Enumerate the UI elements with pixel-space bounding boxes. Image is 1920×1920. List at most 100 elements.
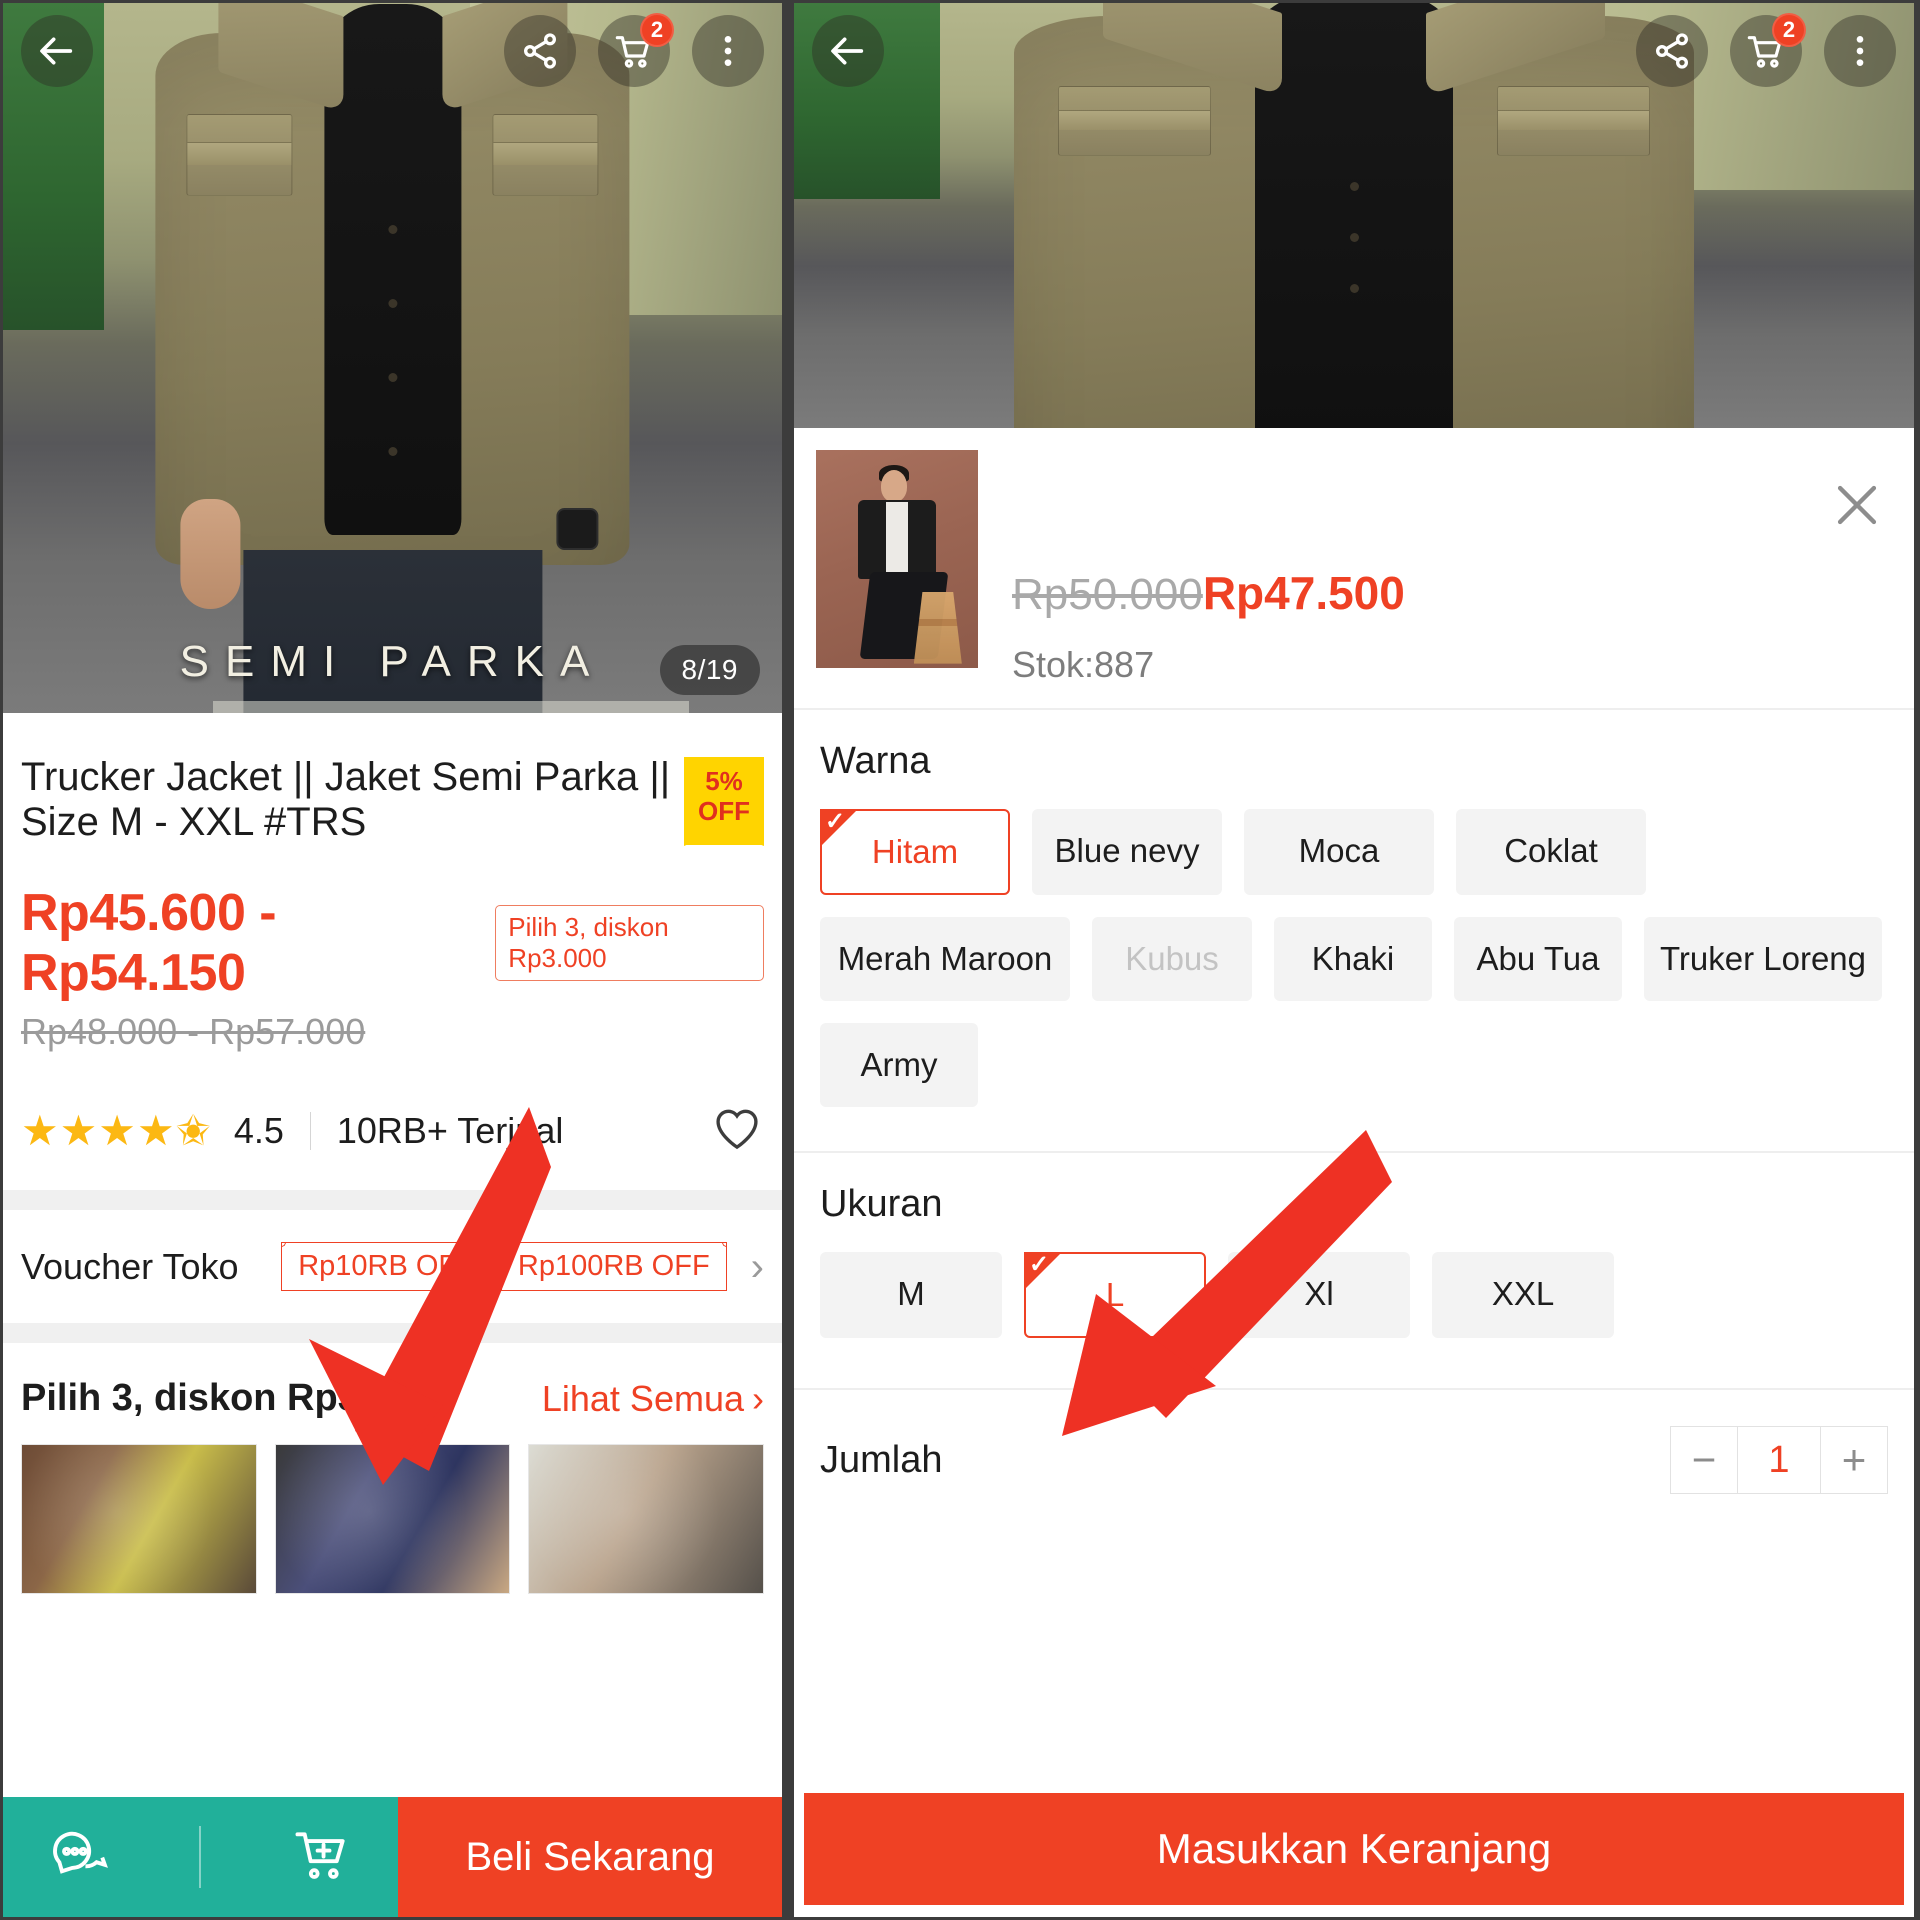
quantity-row: Jumlah − 1 + bbox=[794, 1390, 1914, 1530]
color-chip-merah-maroon[interactable]: Merah Maroon bbox=[820, 917, 1070, 1001]
cart-badge: 2 bbox=[640, 13, 674, 47]
screenshot-pair: SEMI PARKA 2 8/19 Trucker Jacket || Jake… bbox=[0, 0, 1920, 1920]
quantity-increase-button[interactable]: + bbox=[1821, 1427, 1887, 1493]
share-button[interactable] bbox=[504, 15, 576, 87]
add-to-cart-confirm-button[interactable]: Masukkan Keranjang bbox=[804, 1793, 1904, 1905]
buy-now-button[interactable]: Beli Sekarang bbox=[398, 1797, 782, 1917]
bundle-thumbnails bbox=[3, 1436, 782, 1594]
quantity-label: Jumlah bbox=[820, 1438, 943, 1481]
variant-bottom-sheet: Rp50.000 Rp47.500 Stok:887 Warna Hitam B… bbox=[794, 428, 1914, 1917]
list-item[interactable] bbox=[21, 1444, 257, 1594]
favorite-button[interactable] bbox=[710, 1101, 764, 1160]
product-info: Trucker Jacket || Jaket Semi Parka || Si… bbox=[3, 713, 782, 1190]
bundle-header: Pilih 3, diskon Rp3.000 Lihat Semua › bbox=[3, 1343, 782, 1436]
discount-badge: 5% OFF bbox=[684, 757, 764, 846]
arrow-left-icon bbox=[831, 37, 864, 65]
quantity-decrease-button[interactable]: − bbox=[1671, 1427, 1737, 1493]
discount-label: OFF bbox=[698, 795, 750, 826]
gallery-top-bar: 2 bbox=[794, 13, 1914, 87]
close-icon bbox=[1837, 485, 1877, 525]
price-current: Rp45.600 - Rp54.150 bbox=[21, 884, 277, 1002]
cart-button[interactable]: 2 bbox=[598, 13, 674, 87]
color-chip-truker-loreng[interactable]: Truker Loreng bbox=[1644, 917, 1882, 1001]
close-sheet-button[interactable] bbox=[1828, 476, 1886, 534]
see-all-label: Lihat Semua bbox=[541, 1377, 744, 1419]
product-gallery-background: 2 bbox=[794, 3, 1914, 428]
size-group-title: Ukuran bbox=[820, 1183, 943, 1225]
chat-button[interactable] bbox=[48, 1824, 110, 1891]
size-chip-xxl[interactable]: XXL bbox=[1432, 1252, 1614, 1338]
price-original: Rp48.000 - Rp57.000 bbox=[21, 1011, 366, 1052]
title-row: Trucker Jacket || Jaket Semi Parka || Si… bbox=[21, 713, 764, 846]
cart-badge: 2 bbox=[1772, 13, 1806, 47]
more-options-button[interactable] bbox=[1824, 15, 1896, 87]
sold-count: 10RB+ Terjual bbox=[336, 1109, 564, 1151]
more-options-button[interactable] bbox=[692, 15, 764, 87]
size-chip-list: M L Xl XXL bbox=[820, 1250, 1888, 1338]
gallery-photo-subject bbox=[81, 3, 704, 713]
bottom-action-bar: Beli Sekarang bbox=[3, 1797, 782, 1917]
share-icon bbox=[524, 33, 556, 69]
price-row: Rp45.600 - Rp54.150 Pilih 3, diskon Rp3.… bbox=[21, 883, 764, 1003]
more-vertical-icon bbox=[724, 36, 732, 66]
gallery-counter: 8/19 bbox=[659, 645, 760, 695]
color-chip-abu-tua[interactable]: Abu Tua bbox=[1454, 917, 1622, 1001]
voucher-chip[interactable]: Rp10RB OFF bbox=[281, 1242, 491, 1291]
color-group-title: Warna bbox=[820, 740, 931, 782]
variant-selection-screen: 2 Rp50.000 Rp47.500 Stok:887 Warna Hitam… bbox=[791, 0, 1917, 1920]
section-divider bbox=[3, 1323, 782, 1343]
color-chip-kubus: Kubus bbox=[1092, 917, 1252, 1001]
see-all-button[interactable]: Lihat Semua › bbox=[542, 1378, 764, 1420]
list-item[interactable] bbox=[528, 1444, 765, 1594]
color-chip-list: Hitam Blue nevy Moca Coklat Merah Maroon… bbox=[820, 807, 1888, 1107]
secondary-actions bbox=[3, 1797, 398, 1917]
sheet-cta-wrap: Masukkan Keranjang bbox=[794, 1793, 1914, 1917]
voucher-chip[interactable]: Rp100RB OFF bbox=[500, 1242, 727, 1291]
variant-price-block: Rp50.000 Rp47.500 Stok:887 bbox=[978, 450, 1405, 708]
back-button[interactable] bbox=[21, 15, 93, 87]
stock-label: Stok:887 bbox=[1012, 644, 1155, 685]
voucher-list: Rp10RB OFF Rp100RB OFF › bbox=[281, 1242, 764, 1291]
bundle-promo-pill[interactable]: Pilih 3, diskon Rp3.000 bbox=[495, 905, 764, 981]
variant-summary: Rp50.000 Rp47.500 Stok:887 bbox=[794, 428, 1914, 708]
voucher-label: Voucher Toko bbox=[21, 1245, 239, 1287]
gallery-top-bar: 2 bbox=[3, 13, 782, 87]
gallery-filmstrip bbox=[213, 701, 689, 713]
quantity-stepper: − 1 + bbox=[1670, 1426, 1888, 1494]
size-chip-m[interactable]: M bbox=[820, 1252, 1002, 1338]
color-option-group: Warna Hitam Blue nevy Moca Coklat Merah … bbox=[794, 710, 1914, 1115]
color-chip-blue-nevy[interactable]: Blue nevy bbox=[1032, 809, 1222, 895]
more-vertical-icon bbox=[1856, 36, 1864, 66]
heart-icon bbox=[716, 1109, 758, 1150]
variant-price-current: Rp47.500 bbox=[1202, 567, 1405, 619]
product-detail-screen: SEMI PARKA 2 8/19 Trucker Jacket || Jake… bbox=[0, 0, 785, 1920]
variant-thumbnail[interactable] bbox=[816, 450, 978, 668]
color-chip-hitam[interactable]: Hitam bbox=[820, 807, 1010, 895]
discount-percent: 5% bbox=[705, 766, 743, 796]
arrow-left-icon bbox=[40, 37, 73, 65]
size-chip-l[interactable]: L bbox=[1024, 1250, 1206, 1338]
list-item[interactable] bbox=[274, 1444, 511, 1594]
color-chip-army[interactable]: Army bbox=[820, 1023, 978, 1107]
color-chip-coklat[interactable]: Coklat bbox=[1456, 809, 1646, 895]
share-button[interactable] bbox=[1636, 15, 1708, 87]
quantity-value[interactable]: 1 bbox=[1737, 1427, 1821, 1493]
rating-row: ★★★★✬ 4.5 10RB+ Terjual bbox=[21, 1101, 764, 1190]
chat-bubble-icon bbox=[52, 1831, 108, 1874]
color-chip-khaki[interactable]: Khaki bbox=[1274, 917, 1432, 1001]
chevron-right-icon: › bbox=[752, 1377, 764, 1419]
add-to-cart-button[interactable] bbox=[291, 1824, 353, 1891]
back-button[interactable] bbox=[812, 15, 884, 87]
rating-value: 4.5 bbox=[233, 1109, 284, 1151]
rating-stars: ★★★★✬ bbox=[21, 1107, 212, 1154]
page-title: Trucker Jacket || Jaket Semi Parka || Si… bbox=[21, 755, 671, 844]
cart-button[interactable]: 2 bbox=[1730, 13, 1806, 87]
rating-divider bbox=[309, 1111, 311, 1150]
action-separator bbox=[199, 1826, 202, 1888]
color-chip-moca[interactable]: Moca bbox=[1244, 809, 1434, 895]
voucher-row[interactable]: Voucher Toko Rp10RB OFF Rp100RB OFF › bbox=[3, 1210, 782, 1323]
section-divider bbox=[3, 1190, 782, 1210]
cart-plus-icon bbox=[295, 1831, 345, 1879]
size-chip-xl[interactable]: Xl bbox=[1228, 1252, 1410, 1338]
product-gallery[interactable]: SEMI PARKA 2 8/19 bbox=[3, 3, 782, 713]
